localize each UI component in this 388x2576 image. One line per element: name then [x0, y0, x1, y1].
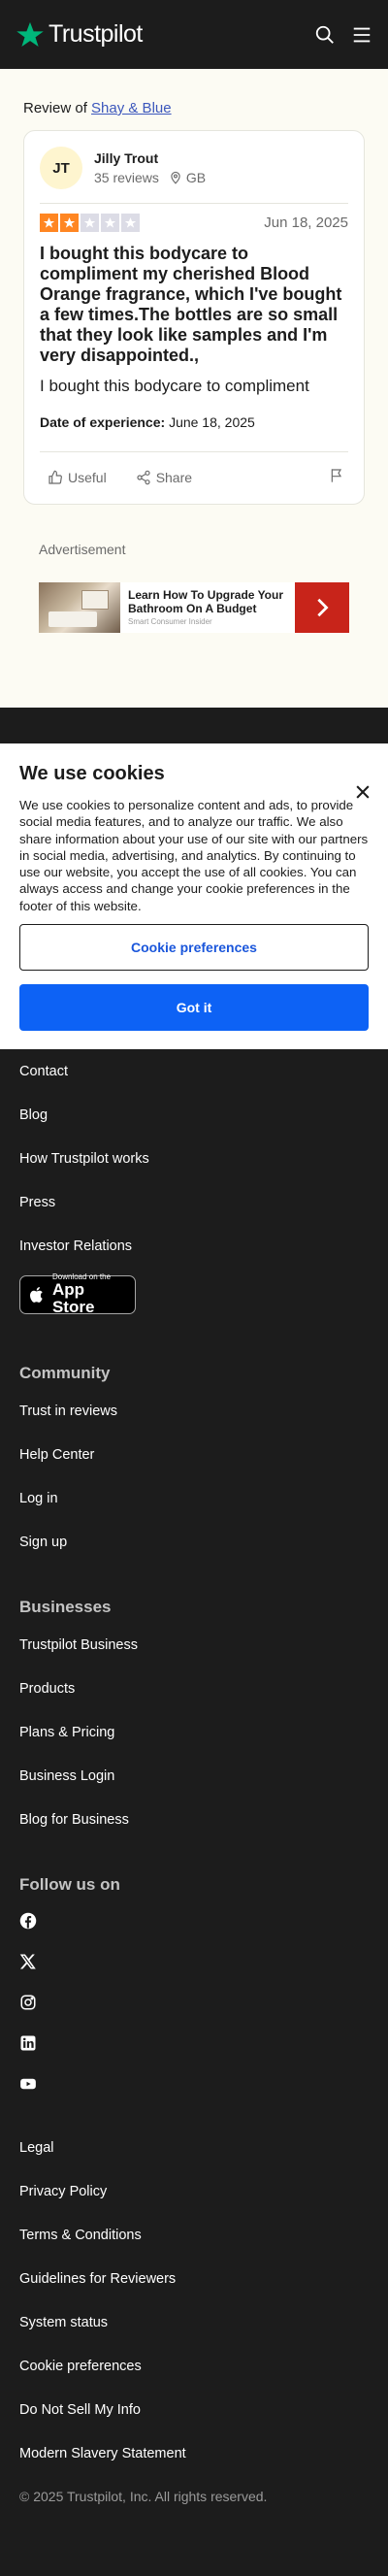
- footer-business-link[interactable]: Business Login: [19, 1754, 369, 1798]
- footer-business-link[interactable]: Products: [19, 1667, 369, 1710]
- linkedin-link[interactable]: [19, 2023, 369, 2064]
- footer-legal-link[interactable]: System status: [19, 2300, 369, 2344]
- ad-image[interactable]: [39, 581, 120, 633]
- ad-title[interactable]: Learn How To Upgrade Your Bathroom On A …: [128, 588, 287, 616]
- review-title[interactable]: I bought this bodycare to compliment my …: [40, 244, 348, 366]
- review-date: Jun 18, 2025: [264, 215, 348, 231]
- copyright: © 2025 Trustpilot, Inc. All rights reser…: [19, 2489, 268, 2504]
- advertisement-label: Advertisement: [39, 541, 126, 557]
- cookie-title: We use cookies: [19, 763, 165, 784]
- star-icon: [60, 214, 79, 232]
- star-icon: [121, 214, 140, 232]
- app-store-badge[interactable]: Download on the App Store: [19, 1273, 136, 1316]
- linkedin-icon: [20, 2035, 36, 2051]
- footer-legal-link[interactable]: Guidelines for Reviewers: [19, 2257, 369, 2300]
- ad-arrow-button[interactable]: [295, 581, 349, 633]
- site-footer: Contact Blog How Trustpilot works Press Inve…: [0, 1049, 388, 2504]
- company-link[interactable]: Shay & Blue: [91, 100, 172, 116]
- search-icon[interactable]: [314, 24, 336, 46]
- experience-date: June 18, 2025: [169, 413, 255, 430]
- review-of-line: Review of Shay & Blue: [23, 100, 365, 116]
- footer-community-link[interactable]: Help Center: [19, 1433, 369, 1476]
- footer-legal-link[interactable]: Terms & Conditions: [19, 2213, 369, 2257]
- footer-legal-link[interactable]: Do Not Sell My Info: [19, 2388, 369, 2431]
- facebook-icon: [19, 1912, 37, 1930]
- instagram-link[interactable]: [19, 1982, 369, 2023]
- footer-about-link[interactable]: Investor Relations: [19, 1224, 369, 1268]
- cookie-text: We use cookies to personalize content an…: [19, 798, 369, 913]
- ad-sponsor: Smart Consumer Insider: [128, 617, 212, 627]
- footer-legal-link[interactable]: Legal: [19, 2126, 369, 2169]
- community-heading: Community: [19, 1364, 111, 1382]
- footer-about-link[interactable]: Contact: [19, 1049, 369, 1093]
- footer-about-link[interactable]: How Trustpilot works: [19, 1137, 369, 1180]
- footer-about-link[interactable]: Blog: [19, 1093, 369, 1137]
- star-icon: [40, 214, 58, 232]
- x-icon: [19, 1954, 36, 1969]
- review-body: I bought this bodycare to compliment: [40, 377, 309, 396]
- footer-legal-link[interactable]: Cookie preferences: [19, 2344, 369, 2388]
- cookie-preferences-button[interactable]: Cookie preferences: [19, 923, 369, 971]
- location: GB: [169, 170, 206, 185]
- flag-icon: [331, 468, 342, 482]
- footer-community-link[interactable]: Log in: [19, 1476, 369, 1520]
- footer-community-link[interactable]: Sign up: [19, 1520, 369, 1564]
- useful-button[interactable]: Useful: [40, 464, 107, 491]
- review-page: Review of Shay & Blue JT Jilly Trout 35 …: [0, 69, 388, 708]
- location-label: GB: [185, 170, 207, 185]
- x-link[interactable]: [19, 1941, 369, 1982]
- footer-business-link[interactable]: Trustpilot Business: [19, 1623, 369, 1667]
- footer-about-link[interactable]: Press: [19, 1180, 369, 1224]
- location-pin-icon: [171, 171, 180, 184]
- advertisement-banner[interactable]: Learn How To Upgrade Your Bathroom On A …: [39, 581, 349, 633]
- site-header: Trustpilot: [0, 0, 388, 69]
- trustpilot-logo[interactable]: Trustpilot: [16, 20, 143, 50]
- divider: [40, 203, 348, 204]
- star-rating: [40, 214, 140, 232]
- close-icon[interactable]: [353, 782, 372, 802]
- star-icon: [81, 214, 99, 232]
- instagram-icon: [20, 1995, 36, 2010]
- youtube-link[interactable]: [19, 2064, 369, 2104]
- report-button[interactable]: [325, 462, 348, 494]
- brand-name: Trustpilot: [48, 20, 143, 48]
- follow-heading: Follow us on: [19, 1875, 120, 1894]
- facebook-link[interactable]: [19, 1900, 369, 1941]
- star-icon: [101, 214, 119, 232]
- experience-label: Date of experience:: [40, 413, 166, 430]
- useful-label: Useful: [68, 470, 107, 486]
- footer-business-link[interactable]: Blog for Business: [19, 1798, 369, 1841]
- share-button[interactable]: Share: [128, 464, 192, 491]
- apple-icon: [30, 1286, 43, 1303]
- share-label: Share: [155, 470, 193, 486]
- reviews-count: 35 reviews: [94, 170, 159, 185]
- footer-community-link[interactable]: Trust in reviews: [19, 1389, 369, 1433]
- divider: [40, 450, 348, 452]
- review-of-prefix: Review of: [23, 100, 87, 116]
- footer-legal-link[interactable]: Privacy Policy: [19, 2169, 369, 2213]
- chevron-right-icon: [317, 598, 329, 616]
- trustpilot-star-icon: [16, 21, 44, 47]
- share-icon: [137, 470, 150, 485]
- reviewer-name[interactable]: Jilly Trout: [94, 150, 206, 166]
- date-of-experience: Date of experience: June 18, 2025: [40, 414, 348, 430]
- review-card: JT Jilly Trout 35 reviews GB Jun 18, 202…: [23, 130, 365, 505]
- avatar[interactable]: JT: [40, 147, 82, 189]
- reviewer-info: JT Jilly Trout 35 reviews GB: [40, 147, 348, 189]
- accept-cookies-button[interactable]: Got it: [19, 983, 369, 1031]
- menu-icon[interactable]: [351, 24, 372, 46]
- thumbs-up-icon: [48, 470, 62, 484]
- businesses-heading: Businesses: [19, 1598, 112, 1616]
- youtube-icon: [20, 2078, 36, 2090]
- footer-business-link[interactable]: Plans & Pricing: [19, 1710, 369, 1754]
- cookie-banner: We use cookies We use cookies to persona…: [0, 743, 388, 1049]
- footer-legal-link[interactable]: Modern Slavery Statement: [19, 2431, 369, 2475]
- app-store-big-text: App Store: [51, 1280, 95, 1316]
